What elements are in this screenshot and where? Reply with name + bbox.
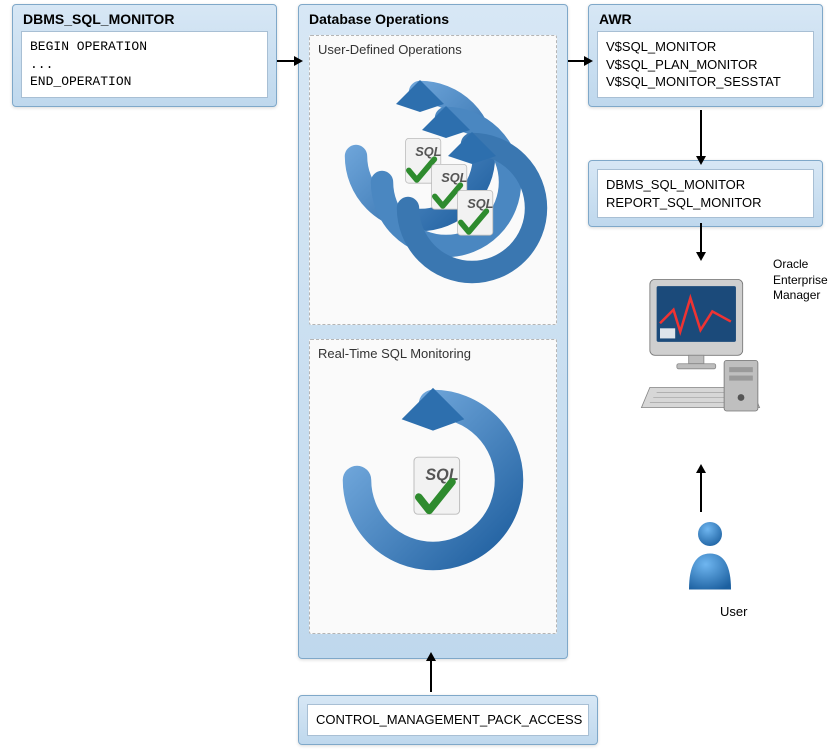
arrow-report-to-oem	[700, 223, 702, 253]
user-label: User	[720, 604, 747, 619]
user-defined-operations-box: User-Defined Operations SQL	[309, 35, 557, 325]
rt-title: Real-Time SQL Monitoring	[310, 340, 556, 365]
arrow-dbms-to-dbops	[277, 60, 295, 62]
arrow-dbops-to-awr	[568, 60, 585, 62]
cycle-icon: SQL	[338, 385, 528, 575]
user-block: User	[672, 515, 747, 619]
awr-panel: AWR V$SQL_MONITOR V$SQL_PLAN_MONITOR V$S…	[588, 4, 823, 107]
dbms-title: DBMS_SQL_MONITOR	[13, 5, 276, 31]
report-text: DBMS_SQL_MONITOR REPORT_SQL_MONITOR	[597, 169, 814, 218]
dbms-code-block: BEGIN OPERATION ... END_OPERATION	[21, 31, 268, 98]
awr-views: V$SQL_MONITOR V$SQL_PLAN_MONITOR V$SQL_M…	[597, 31, 814, 98]
awr-title: AWR	[589, 5, 822, 31]
computer-icon	[633, 257, 768, 457]
user-icon	[680, 515, 740, 595]
oem-label: Oracle Enterprise Manager	[773, 257, 828, 304]
realtime-sql-monitoring-box: Real-Time SQL Monitoring SQL	[309, 339, 557, 634]
arrow-cmpa-to-rt	[430, 660, 432, 692]
dbms-sql-monitor-panel: DBMS_SQL_MONITOR BEGIN OPERATION ... END…	[12, 4, 277, 107]
udo-title: User-Defined Operations	[310, 36, 556, 61]
database-operations-panel: Database Operations User-Defined Operati…	[298, 4, 568, 659]
dbops-title: Database Operations	[299, 5, 567, 31]
oem-block: Oracle Enterprise Manager	[633, 257, 833, 462]
report-panel: DBMS_SQL_MONITOR REPORT_SQL_MONITOR	[588, 160, 823, 227]
svg-text:SQL: SQL	[467, 196, 493, 211]
arrow-awr-to-report	[700, 110, 702, 157]
cycle-icon: SQL	[392, 128, 582, 318]
arrow-user-to-oem	[700, 472, 702, 512]
cmpa-text: CONTROL_MANAGEMENT_PACK_ACCESS	[307, 704, 589, 736]
cmpa-panel: CONTROL_MANAGEMENT_PACK_ACCESS	[298, 695, 598, 745]
